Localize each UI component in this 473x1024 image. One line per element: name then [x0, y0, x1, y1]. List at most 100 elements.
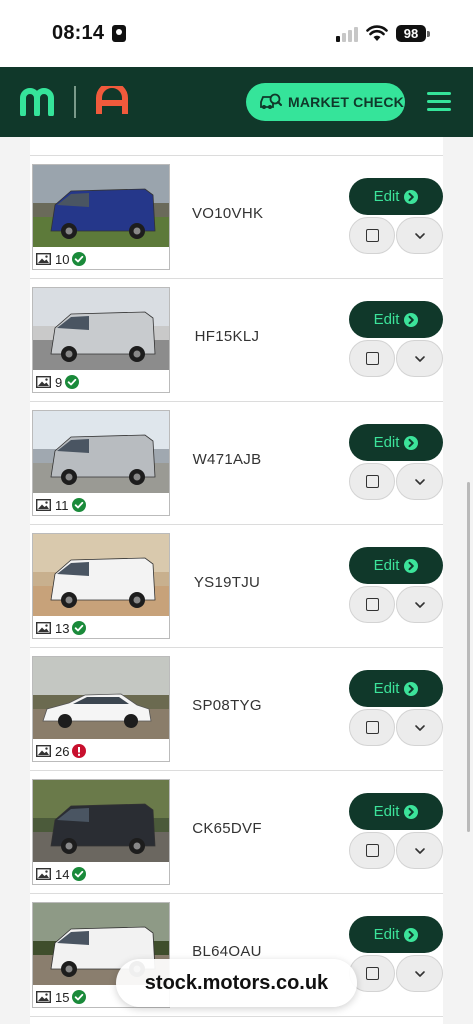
image-icon	[36, 499, 51, 511]
edit-button[interactable]: Edit	[349, 424, 443, 461]
select-checkbox-button[interactable]	[349, 832, 395, 869]
edit-button[interactable]: Edit	[349, 547, 443, 584]
vehicle-photo[interactable]	[33, 780, 169, 862]
hamburger-menu-icon[interactable]	[427, 92, 451, 112]
more-options-dropdown[interactable]	[396, 832, 443, 869]
more-options-dropdown[interactable]	[396, 709, 443, 746]
vehicle-row: 26 SP08TYG Edit	[30, 648, 443, 771]
chevron-down-icon	[414, 601, 425, 608]
edit-button-label: Edit	[373, 557, 400, 574]
market-check-label: MARKET CHECK	[288, 94, 404, 110]
photo-count-number: 10	[55, 251, 70, 267]
chevron-down-icon	[414, 724, 425, 731]
edit-button[interactable]: Edit	[349, 178, 443, 215]
chevron-right-circle-icon	[404, 189, 419, 204]
image-icon	[36, 376, 51, 388]
id-card-icon	[112, 25, 126, 42]
chevron-right-circle-icon	[404, 804, 419, 819]
check-circle-icon	[72, 252, 87, 266]
photo-count-number: 15	[55, 989, 70, 1005]
vehicle-photo[interactable]	[33, 657, 169, 739]
chevron-right-circle-icon	[404, 312, 419, 327]
wifi-icon	[366, 25, 388, 41]
photo-count-number: 13	[55, 620, 70, 636]
edit-button-label: Edit	[373, 188, 400, 205]
chevron-down-icon	[414, 847, 425, 854]
chevron-right-circle-icon	[404, 681, 419, 696]
checkbox-icon	[365, 598, 379, 611]
vehicle-row: 13 YS19TJU Edit	[30, 525, 443, 648]
checkbox-icon	[365, 475, 379, 488]
checkbox-icon	[365, 844, 379, 857]
scrollbar[interactable]	[467, 482, 470, 832]
chevron-down-icon	[414, 232, 425, 239]
image-icon	[36, 745, 51, 757]
photo-count-number: 14	[55, 866, 70, 882]
edit-button-label: Edit	[373, 803, 400, 820]
browser-url-bar[interactable]: stock.motors.co.uk	[116, 959, 357, 1007]
logo-divider	[74, 86, 76, 118]
select-checkbox-button[interactable]	[349, 217, 395, 254]
select-checkbox-button[interactable]	[349, 340, 395, 377]
photo-count: 14	[36, 866, 87, 882]
photo-count-number: 9	[55, 374, 63, 390]
checkbox-icon	[365, 721, 379, 734]
chevron-right-circle-icon	[404, 558, 419, 573]
photo-count: 9	[36, 374, 80, 390]
image-icon	[36, 253, 51, 265]
photo-count: 15	[36, 989, 87, 1005]
vehicle-registration: CK65DVF	[192, 820, 262, 837]
vehicle-photo[interactable]	[33, 288, 169, 370]
vehicle-list-container[interactable]: 12 Edit	[0, 137, 473, 1024]
edit-button-label: Edit	[373, 680, 400, 697]
select-checkbox-button[interactable]	[349, 463, 395, 500]
vehicle-thumbnail-card: 10	[32, 164, 170, 270]
vehicle-registration: HF15KLJ	[194, 328, 260, 345]
vehicle-thumbnail-card: 11	[32, 410, 170, 516]
vehicle-thumbnail-card: 14	[32, 779, 170, 885]
check-circle-icon	[71, 498, 86, 512]
motors-logo-icon[interactable]	[19, 86, 57, 116]
more-options-dropdown[interactable]	[396, 955, 443, 992]
vehicle-registration: VO10VHK	[192, 205, 264, 222]
more-options-dropdown[interactable]	[396, 586, 443, 623]
vehicle-photo[interactable]	[33, 411, 169, 493]
edit-button[interactable]: Edit	[349, 793, 443, 830]
vehicle-list: 12 Edit	[30, 137, 443, 1024]
more-options-dropdown[interactable]	[396, 217, 443, 254]
select-checkbox-button[interactable]	[349, 709, 395, 746]
vehicle-registration: W471AJB	[192, 451, 262, 468]
more-options-dropdown[interactable]	[396, 463, 443, 500]
checkbox-icon	[365, 967, 379, 980]
vehicle-row: 11 W471AJB Edit	[30, 402, 443, 525]
check-circle-icon	[72, 990, 87, 1004]
photo-count: 10	[36, 251, 87, 267]
check-circle-icon	[72, 867, 87, 881]
image-icon	[36, 622, 51, 634]
exclamation-circle-icon	[72, 744, 87, 758]
edit-button-label: Edit	[373, 434, 400, 451]
battery-indicator: 98	[396, 25, 430, 42]
status-time: 08:14	[52, 22, 105, 44]
vehicle-thumbnail-card: 26	[32, 656, 170, 762]
photo-count: 13	[36, 620, 87, 636]
edit-button-label: Edit	[373, 311, 400, 328]
chevron-down-icon	[414, 970, 425, 977]
market-check-button[interactable]: MARKET CHECK	[246, 83, 405, 121]
edit-button[interactable]: Edit	[349, 301, 443, 338]
image-icon	[36, 991, 51, 1003]
checkbox-icon	[365, 352, 379, 365]
vehicle-registration: BL64OAU	[192, 943, 262, 960]
photo-count-number: 11	[55, 497, 69, 513]
vehicle-photo[interactable]	[33, 534, 169, 616]
photo-count-number: 26	[55, 743, 70, 759]
auto-logo-icon[interactable]	[94, 86, 130, 116]
vehicle-thumbnail-card: 9	[32, 287, 170, 393]
photo-count: 11	[36, 497, 86, 513]
more-options-dropdown[interactable]	[396, 340, 443, 377]
status-bar: 08:14 98	[0, 0, 473, 67]
edit-button[interactable]: Edit	[349, 670, 443, 707]
edit-button[interactable]: Edit	[349, 916, 443, 953]
vehicle-photo[interactable]	[33, 165, 169, 247]
select-checkbox-button[interactable]	[349, 586, 395, 623]
